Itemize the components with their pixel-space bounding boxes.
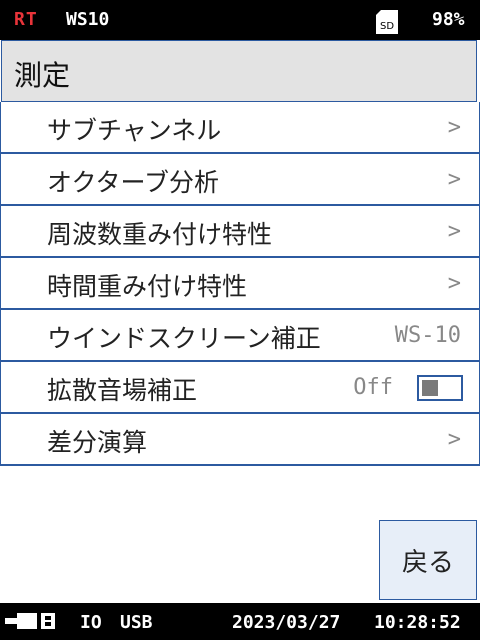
menu-item-label: ウインドスクリーン補正 (47, 324, 321, 353)
chevron-right-icon: > (447, 115, 461, 140)
footer-bar: IO USB 2023/03/27 10:28:52 (0, 603, 480, 640)
menu-item-label: 周波数重み付け特性 (47, 220, 273, 249)
date-display: 2023/03/27 (232, 612, 341, 633)
page-title: 測定 (14, 59, 71, 92)
mode-indicator: RT (14, 9, 38, 30)
menu-item-label: 時間重み付け特性 (47, 272, 248, 301)
model-label: WS10 (66, 9, 110, 30)
windscreen-value: WS-10 (394, 323, 461, 348)
toggle-knob (422, 380, 438, 396)
page-title-bar: 測定 (1, 40, 477, 102)
time-display: 10:28:52 (374, 612, 461, 633)
menu-item-diffuse-field-correction[interactable]: 拡散音場補正 Off (0, 362, 480, 414)
device-screen: RT WS10 SD 98% 測定 サブチャンネル > オクターブ分析 > 周波… (0, 0, 480, 640)
menu-item-label: サブチャンネル (47, 116, 222, 145)
usb-indicator: USB (120, 612, 153, 633)
sd-card-label: SD (380, 21, 394, 32)
menu-item-label: オクターブ分析 (47, 168, 220, 197)
menu-item-time-weighting[interactable]: 時間重み付け特性 > (0, 258, 480, 310)
chevron-right-icon: > (447, 167, 461, 192)
menu-item-difference-calculation[interactable]: 差分演算 > (0, 414, 480, 466)
menu-item-frequency-weighting[interactable]: 周波数重み付け特性 > (0, 206, 480, 258)
chevron-right-icon: > (447, 271, 461, 296)
menu-item-label: 差分演算 (47, 428, 148, 457)
menu-item-label: 拡散音場補正 (47, 376, 198, 405)
menu-item-subchannel[interactable]: サブチャンネル > (0, 102, 480, 154)
back-button[interactable]: 戻る (379, 520, 477, 600)
settings-menu: サブチャンネル > オクターブ分析 > 周波数重み付け特性 > 時間重み付け特性… (0, 102, 480, 466)
chevron-right-icon: > (447, 427, 461, 452)
diffuse-field-toggle[interactable] (417, 375, 463, 401)
menu-item-windscreen-correction[interactable]: ウインドスクリーン補正 WS-10 (0, 310, 480, 362)
battery-level: 98% (432, 9, 465, 30)
power-plug-icon (5, 611, 57, 631)
io-indicator: IO (80, 612, 102, 633)
menu-item-octave-analysis[interactable]: オクターブ分析 > (0, 154, 480, 206)
diffuse-field-value: Off (353, 375, 393, 400)
sd-card-icon: SD (375, 9, 399, 35)
chevron-right-icon: > (447, 219, 461, 244)
status-bar: RT WS10 SD 98% (0, 0, 480, 40)
